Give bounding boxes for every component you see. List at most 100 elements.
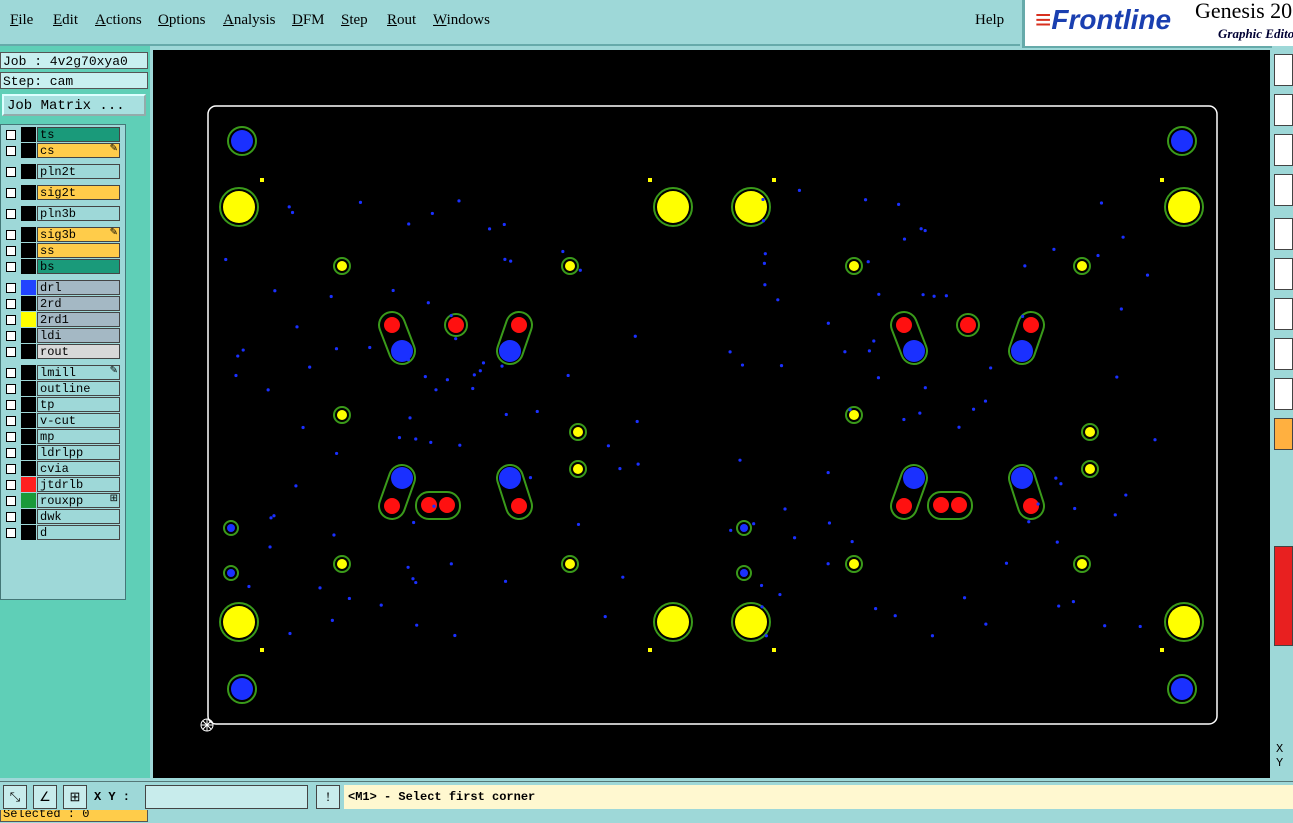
xy-input[interactable]: [145, 785, 308, 809]
tool-button-4[interactable]: [1274, 174, 1293, 206]
via-dot: [454, 337, 458, 341]
layer-row-dwk[interactable]: dwk: [3, 509, 121, 524]
fiducial: [1171, 130, 1193, 152]
menu-windows[interactable]: Windows: [433, 12, 490, 29]
via-dot: [962, 596, 967, 600]
tool-button-8[interactable]: [1274, 338, 1293, 370]
layer-row-rouxpp[interactable]: rouxpp ⊞: [3, 493, 121, 508]
menu-rout[interactable]: Rout: [387, 12, 416, 29]
layer-checkbox[interactable]: [6, 512, 16, 522]
layer-checkbox[interactable]: [6, 299, 16, 309]
via-dot: [783, 507, 787, 511]
via-dot: [740, 363, 745, 367]
layer-row-outline[interactable]: outline: [3, 381, 121, 396]
menu-file[interactable]: File: [10, 12, 33, 29]
layer-row-pln3b[interactable]: pln3b: [3, 206, 121, 221]
measure-icon[interactable]: ∠: [33, 785, 57, 809]
layer-row-ldi[interactable]: ldi: [3, 328, 121, 343]
layer-row-bs[interactable]: bs: [3, 259, 121, 274]
alert-icon[interactable]: !: [316, 785, 340, 809]
menu-options[interactable]: Options: [158, 12, 206, 29]
layer-checkbox[interactable]: [6, 432, 16, 442]
layer-row-jtdrlb[interactable]: jtdrlb: [3, 477, 121, 492]
via-dot: [478, 369, 482, 373]
layer-checkbox[interactable]: [6, 384, 16, 394]
layer-row-pln2t[interactable]: pln2t: [3, 164, 121, 179]
layer-row-2rd[interactable]: 2rd: [3, 296, 121, 311]
tool-button-1[interactable]: [1274, 54, 1293, 86]
menu-edit[interactable]: Edit: [53, 12, 78, 29]
via-dot: [458, 443, 462, 447]
layer-checkbox[interactable]: [6, 167, 16, 177]
pcb-view[interactable]: [153, 50, 1270, 778]
tool-button-7[interactable]: [1274, 298, 1293, 330]
layer-color-swatch: [21, 525, 36, 540]
tool-button-10[interactable]: [1274, 418, 1293, 450]
tool-button-5[interactable]: [1274, 218, 1293, 250]
via-dot: [487, 227, 492, 231]
layer-row-sig2t[interactable]: sig2t: [3, 185, 121, 200]
layer-row-v-cut[interactable]: v-cut: [3, 413, 121, 428]
via-dot: [566, 373, 570, 378]
job-matrix-button[interactable]: Job Matrix ...: [2, 94, 146, 116]
layer-checkbox[interactable]: [6, 246, 16, 256]
grid-icon[interactable]: ⊞: [63, 785, 87, 809]
layer-row-cs[interactable]: cs ✎: [3, 143, 121, 158]
layer-checkbox[interactable]: [6, 464, 16, 474]
menu-actions[interactable]: Actions: [95, 12, 142, 29]
layer-checkbox[interactable]: [6, 528, 16, 538]
layer-row-mp[interactable]: mp: [3, 429, 121, 444]
zoom-box-icon[interactable]: ⤡: [3, 785, 27, 809]
layer-checkbox[interactable]: [6, 331, 16, 341]
via-dot: [764, 634, 768, 638]
layer-row-d[interactable]: d: [3, 525, 121, 540]
layer-checkbox[interactable]: [6, 400, 16, 410]
via-dot: [1059, 482, 1063, 486]
via-dot: [918, 411, 922, 415]
via-pad: [740, 569, 748, 577]
tool-button-6[interactable]: [1274, 258, 1293, 290]
layer-row-cvia[interactable]: cvia: [3, 461, 121, 476]
menu-dfm[interactable]: DFM: [292, 12, 325, 29]
layer-checkbox[interactable]: [6, 230, 16, 240]
layer-checkbox[interactable]: [6, 480, 16, 490]
layer-checkbox[interactable]: [6, 130, 16, 140]
layer-row-tp[interactable]: tp: [3, 397, 121, 412]
layer-color-swatch: [21, 243, 36, 258]
blue-pad: [903, 340, 925, 362]
layer-color-swatch: [21, 296, 36, 311]
tool-button-9[interactable]: [1274, 378, 1293, 410]
layer-row-ts[interactable]: ts: [3, 127, 121, 142]
tool-button-2[interactable]: [1274, 94, 1293, 126]
graphic-canvas[interactable]: [153, 50, 1270, 778]
layer-checkbox[interactable]: [6, 188, 16, 198]
layer-checkbox[interactable]: [6, 283, 16, 293]
layer-row-sig3b[interactable]: sig3b ✎: [3, 227, 121, 242]
layer-checkbox[interactable]: [6, 416, 16, 426]
via-dot: [606, 444, 611, 448]
layer-row-2rd1[interactable]: 2rd1: [3, 312, 121, 327]
menu-help[interactable]: Help: [975, 12, 1004, 29]
app-title: Genesis 2000: [1195, 0, 1293, 23]
via-dot: [1004, 561, 1009, 565]
menu-analysis[interactable]: Analysis: [223, 12, 276, 29]
layer-checkbox[interactable]: [6, 347, 16, 357]
layer-checkbox[interactable]: [6, 496, 16, 506]
layer-checkbox[interactable]: [6, 209, 16, 219]
layer-row-lmill[interactable]: lmill ✎: [3, 365, 121, 380]
layer-checkbox[interactable]: [6, 368, 16, 378]
layer-row-ldrlpp[interactable]: ldrlpp: [3, 445, 121, 460]
layer-checkbox[interactable]: [6, 448, 16, 458]
tool-button-3[interactable]: [1274, 134, 1293, 166]
via-dot: [429, 440, 433, 444]
layer-checkbox[interactable]: [6, 146, 16, 156]
layer-row-rout[interactable]: rout: [3, 344, 121, 359]
layer-edit-icon: ✎: [109, 366, 118, 377]
menu-step[interactable]: Step: [341, 12, 368, 29]
layer-checkbox[interactable]: [6, 262, 16, 272]
layer-row-ss[interactable]: ss: [3, 243, 121, 258]
layer-color-swatch: [21, 445, 36, 460]
layer-checkbox[interactable]: [6, 315, 16, 325]
layer-row-drl[interactable]: drl: [3, 280, 121, 295]
fiducial: [1171, 678, 1193, 700]
